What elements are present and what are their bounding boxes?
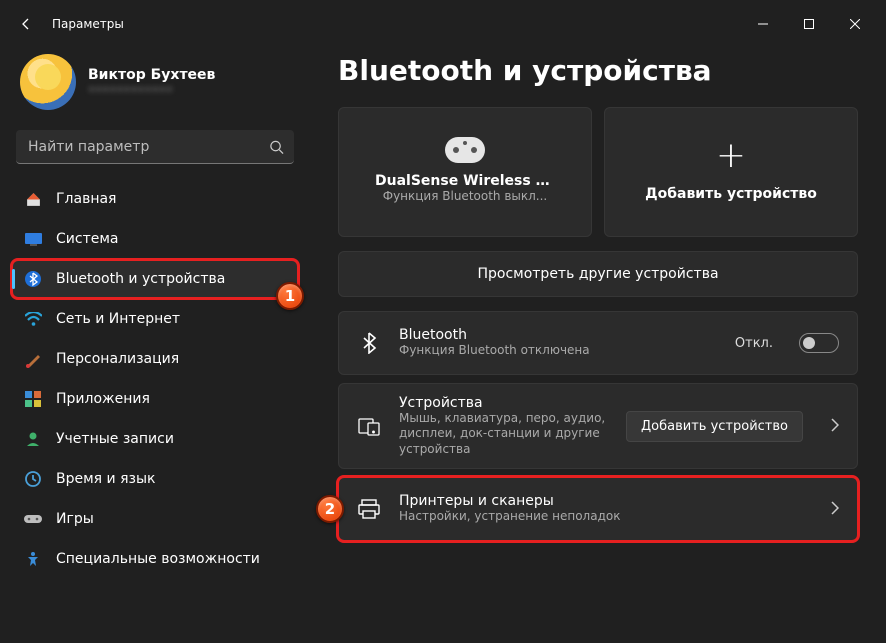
sidebar-item-label: Система [56, 231, 118, 247]
page-title: Bluetooth и устройства [338, 54, 858, 87]
device-card-subtitle: Функция Bluetooth выкл... [383, 189, 548, 203]
setting-row-bluetooth[interactable]: Bluetooth Функция Bluetooth отключена От… [338, 311, 858, 375]
sidebar-item-home[interactable]: Главная [12, 180, 298, 218]
sidebar-item-network[interactable]: Сеть и Интернет [12, 300, 298, 338]
printer-icon [357, 499, 381, 519]
setting-title: Bluetooth [399, 327, 717, 343]
profile-email: •••••••••••• [88, 83, 215, 97]
search-icon [269, 140, 284, 155]
sidebar-item-label: Bluetooth и устройства [56, 271, 225, 287]
avatar [20, 54, 76, 110]
device-card-dualsense[interactable]: DualSense Wireless Cont... Функция Bluet… [338, 107, 592, 237]
profile-block[interactable]: Виктор Бухтеев •••••••••••• [12, 48, 298, 126]
setting-subtitle: Настройки, устранение неполадок [399, 509, 813, 525]
view-more-label: Просмотреть другие устройства [477, 266, 718, 282]
setting-row-printers-scanners[interactable]: Принтеры и сканеры Настройки, устранение… [338, 477, 858, 541]
chevron-right-icon [831, 500, 839, 519]
bluetooth-icon [24, 270, 42, 288]
close-icon [850, 19, 860, 29]
sidebar-item-gaming[interactable]: Игры [12, 500, 298, 538]
chevron-right-icon [831, 417, 839, 436]
sidebar-item-label: Персонализация [56, 351, 179, 367]
setting-title: Принтеры и сканеры [399, 493, 813, 509]
search-box [16, 130, 294, 164]
add-device-card[interactable]: + Добавить устройство [604, 107, 858, 237]
maximize-icon [804, 19, 814, 29]
close-button[interactable] [832, 8, 878, 40]
title-bar: Параметры [0, 0, 886, 48]
add-device-button[interactable]: Добавить устройство [626, 411, 803, 442]
apps-icon [24, 390, 42, 408]
setting-row-devices[interactable]: Устройства Мышь, клавиатура, перо, аудио… [338, 383, 858, 469]
bluetooth-toggle[interactable] [799, 333, 839, 353]
sidebar-item-accounts[interactable]: Учетные записи [12, 420, 298, 458]
minimize-icon [758, 19, 768, 29]
wifi-icon [24, 310, 42, 328]
accounts-icon [24, 430, 42, 448]
toggle-state-label: Откл. [735, 336, 773, 351]
system-icon [24, 230, 42, 248]
bluetooth-icon [357, 332, 381, 354]
plus-icon: + [716, 138, 746, 174]
sidebar-item-time-language[interactable]: Время и язык [12, 460, 298, 498]
maximize-button[interactable] [786, 8, 832, 40]
setting-title: Устройства [399, 395, 608, 411]
sidebar-item-personalization[interactable]: Персонализация [12, 340, 298, 378]
brush-icon [24, 350, 42, 368]
sidebar: Виктор Бухтеев •••••••••••• Главная Сист… [0, 48, 310, 643]
sidebar-nav: Главная Система Bluetooth и устройства 1… [12, 180, 298, 578]
gamepad-icon [24, 510, 42, 528]
main-content: Bluetooth и устройства DualSense Wireles… [310, 48, 886, 643]
devices-icon [357, 416, 381, 436]
sidebar-item-system[interactable]: Система [12, 220, 298, 258]
clock-icon [24, 470, 42, 488]
window-title: Параметры [52, 17, 124, 31]
add-device-label: Добавить устройство [645, 186, 817, 202]
setting-subtitle: Мышь, клавиатура, перо, аудио, дисплеи, … [399, 411, 608, 458]
accessibility-icon [24, 550, 42, 568]
setting-subtitle: Функция Bluetooth отключена [399, 343, 717, 359]
sidebar-item-accessibility[interactable]: Специальные возможности [12, 540, 298, 578]
sidebar-item-label: Сеть и Интернет [56, 311, 180, 327]
sidebar-item-bluetooth-devices[interactable]: Bluetooth и устройства 1 [12, 260, 298, 298]
profile-name: Виктор Бухтеев [88, 67, 215, 83]
back-button[interactable] [8, 6, 44, 42]
sidebar-item-label: Время и язык [56, 471, 155, 487]
view-more-devices-button[interactable]: Просмотреть другие устройства [338, 251, 858, 297]
sidebar-item-label: Учетные записи [56, 431, 174, 447]
minimize-button[interactable] [740, 8, 786, 40]
device-card-title: DualSense Wireless Cont... [375, 173, 555, 189]
home-icon [24, 190, 42, 208]
sidebar-item-label: Главная [56, 191, 116, 207]
sidebar-item-apps[interactable]: Приложения [12, 380, 298, 418]
sidebar-item-label: Приложения [56, 391, 150, 407]
sidebar-item-label: Игры [56, 511, 94, 527]
arrow-left-icon [18, 16, 34, 32]
sidebar-item-label: Специальные возможности [56, 551, 260, 567]
search-input[interactable] [16, 130, 294, 164]
controller-icon [445, 137, 485, 163]
annotation-marker-2: 2 [316, 495, 344, 523]
